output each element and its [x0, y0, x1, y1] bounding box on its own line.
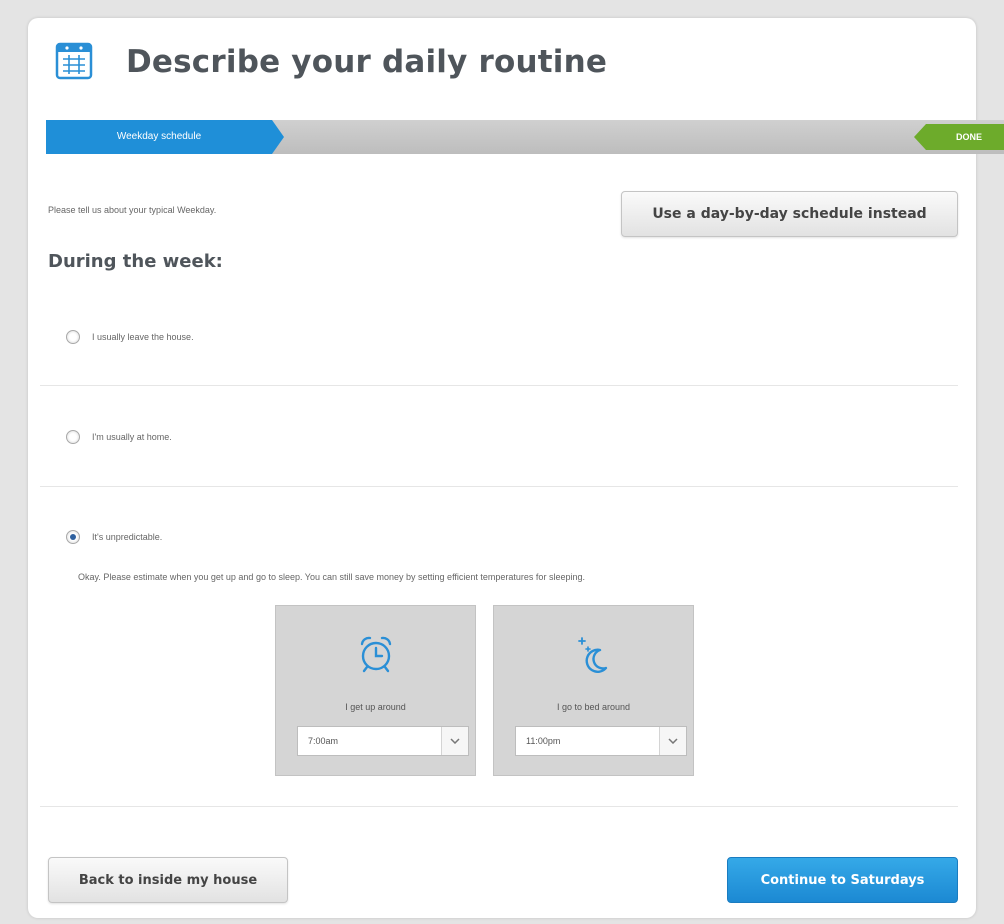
divider: [40, 385, 958, 386]
section-heading: During the week:: [48, 251, 223, 272]
calendar-icon: [55, 42, 93, 80]
continue-button[interactable]: Continue to Saturdays: [727, 857, 958, 903]
divider: [40, 486, 958, 487]
sleep-label: I go to bed around: [556, 702, 631, 712]
back-button[interactable]: Back to inside my house: [48, 857, 288, 903]
wake-time-panel: I get up around 7:00am: [275, 605, 476, 776]
option-at-home[interactable]: I'm usually at home.: [66, 430, 172, 444]
radio-leave-house[interactable]: [66, 330, 80, 344]
chevron-down-icon[interactable]: [659, 727, 686, 755]
intro-text: Please tell us about your typical Weekda…: [48, 205, 217, 215]
option-label: It's unpredictable.: [92, 532, 163, 542]
progress-step-weekday: Weekday schedule: [46, 120, 284, 154]
progress-step-done: DONE: [914, 124, 1004, 150]
radio-unpredictable[interactable]: [66, 530, 80, 544]
alarm-clock-icon: [360, 636, 392, 673]
chevron-down-icon[interactable]: [441, 727, 468, 755]
day-by-day-schedule-button[interactable]: Use a day-by-day schedule instead: [621, 191, 958, 237]
moon-stars-icon: [578, 637, 608, 673]
sleep-time-value: 11:00pm: [526, 736, 561, 746]
wake-time-value: 7:00am: [308, 736, 339, 746]
option-leave-house[interactable]: I usually leave the house.: [66, 330, 194, 344]
radio-at-home[interactable]: [66, 430, 80, 444]
page-title: Describe your daily routine: [126, 44, 608, 80]
estimate-text: Okay. Please estimate when you get up an…: [78, 572, 585, 582]
option-label: I'm usually at home.: [92, 432, 172, 442]
option-label: I usually leave the house.: [92, 332, 194, 342]
divider: [40, 806, 958, 807]
sleep-time-select[interactable]: 11:00pm: [515, 726, 687, 756]
wake-label: I get up around: [345, 702, 406, 712]
sleep-time-panel: I go to bed around 11:00pm: [493, 605, 694, 776]
wake-time-select[interactable]: 7:00am: [297, 726, 469, 756]
progress-bar: Weekday schedule DONE: [46, 120, 1004, 154]
option-unpredictable[interactable]: It's unpredictable.: [66, 530, 162, 544]
